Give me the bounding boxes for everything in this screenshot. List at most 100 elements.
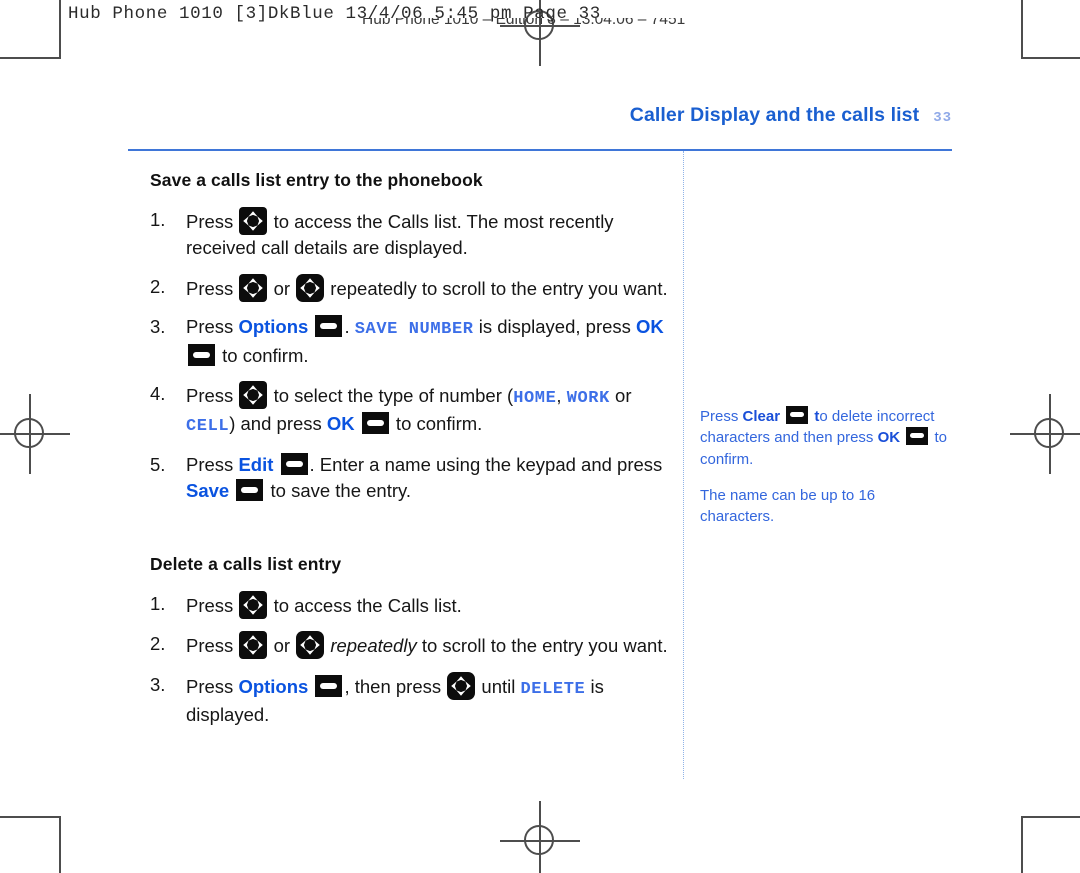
softkey-label: Edit	[238, 453, 274, 475]
registration-mark-left	[0, 394, 70, 474]
soft-key-icon	[786, 406, 809, 424]
navigation-key-icon	[239, 631, 268, 660]
soft-key-icon	[906, 427, 929, 446]
step-item: 2. Press or repeatedly to scroll to the e…	[150, 631, 670, 660]
side-note: Press Clear to delete incorrect characte…	[700, 406, 952, 470]
display-text: HOME	[513, 389, 557, 409]
print-slug-clipped-line: Hub Phone 1010 – Edition 3 – 13.04.06 – …	[362, 18, 762, 36]
step-number: 1.	[150, 592, 166, 614]
body-text: ,	[556, 385, 567, 407]
body-text: Press	[186, 316, 239, 338]
side-note: The name can be up to 16 characters.	[700, 485, 952, 528]
step-list: 1. Press to access the Calls list. The mo…	[150, 207, 670, 505]
softkey-label: OK	[636, 316, 664, 338]
step-item: 1. Press to access the Calls list.	[150, 590, 670, 619]
body-text: to confirm.	[390, 413, 483, 435]
step-list: 1. Press to access the Calls list. 2. Press…	[150, 590, 670, 729]
display-text: WORK	[566, 389, 610, 409]
body-text	[308, 316, 313, 337]
soft-key-bar	[241, 487, 259, 494]
crop-mark-bottom-left	[0, 816, 61, 873]
soft-key-bar	[790, 412, 805, 417]
body-text: Press	[186, 453, 239, 475]
softkey-label: OK	[326, 413, 355, 435]
soft-key-icon	[361, 412, 389, 435]
body-text: Press	[186, 675, 239, 697]
softkey-label: Clear	[742, 408, 781, 425]
step-number: 2.	[150, 275, 166, 297]
body-text: or	[268, 277, 296, 299]
crop-mark-bottom-right	[1021, 816, 1080, 873]
registration-ring	[14, 418, 44, 448]
crop-mark-top-right	[1021, 0, 1080, 59]
step-item: 3. Press Options . SAVE NUMBER is display…	[150, 314, 670, 369]
navigation-key-icon	[447, 671, 476, 700]
step-number: 4.	[150, 383, 166, 405]
body-text: , then press	[344, 675, 447, 697]
soft-key-bar	[193, 351, 210, 358]
section-heading: Delete a calls list entry	[150, 553, 342, 574]
registration-ring	[1034, 418, 1064, 448]
body-text: to access the Calls list.	[268, 594, 462, 616]
soft-key-bar	[320, 323, 338, 330]
step-item: 4. Press to select the type of number (HO…	[150, 381, 670, 440]
body-text: to scroll to the entry you want.	[416, 635, 668, 657]
body-text: repeatedly to scroll to the entry you wa…	[325, 277, 668, 299]
navigation-key-icon	[239, 207, 268, 235]
body-text	[780, 408, 784, 425]
page-number: 33	[933, 110, 952, 126]
display-text: CELL	[186, 417, 230, 437]
step-number: 2.	[150, 633, 166, 655]
registration-mark-right	[1010, 394, 1080, 474]
step-number: 3.	[150, 316, 166, 338]
softkey-label: Options	[238, 675, 309, 697]
body-text: .	[344, 316, 355, 338]
display-text: DELETE	[520, 679, 586, 699]
body-text: is displayed, press	[473, 316, 637, 338]
soft-key-icon	[188, 343, 215, 366]
soft-key-icon	[280, 452, 308, 475]
navigation-key-icon	[296, 273, 325, 302]
body-text: Press	[700, 408, 743, 425]
body-text	[355, 413, 360, 434]
page-title: Caller Display and the calls list	[629, 104, 920, 126]
body-text: or	[268, 635, 296, 657]
body-text: to confirm.	[217, 344, 309, 366]
navigation-key-icon	[239, 273, 268, 302]
manual-page: Hub Phone 1010 [3]DkBlue 13/4/06 5:45 pm…	[0, 0, 1080, 873]
step-item: 5. Press Edit . Enter a name using the ke…	[150, 452, 670, 505]
softkey-label: Save	[186, 480, 230, 502]
soft-key-bar	[320, 682, 338, 689]
body-text: Press	[186, 594, 239, 616]
main-content-column: Save a calls list entry to the phonebook…	[150, 170, 670, 740]
registration-mark-bottom	[500, 801, 580, 873]
column-divider	[683, 151, 684, 779]
step-item: 1. Press to access the Calls list. The mo…	[150, 207, 670, 262]
body-text	[229, 480, 234, 501]
body-text: to select the type of number (	[268, 385, 514, 407]
soft-key-bar	[366, 420, 384, 427]
navigation-key-icon	[239, 381, 268, 410]
softkey-label: OK	[877, 429, 901, 447]
step-number: 5.	[150, 453, 166, 475]
body-text	[308, 676, 313, 697]
registration-ring	[524, 825, 554, 855]
section-heading: Save a calls list entry to the phonebook	[150, 170, 483, 190]
emphasis-text: repeatedly	[330, 635, 417, 657]
body-text: to save the entry.	[265, 480, 412, 502]
soft-key-bar	[285, 460, 303, 467]
body-text	[900, 429, 904, 446]
soft-key-icon	[236, 479, 264, 502]
navigation-key-icon	[296, 631, 325, 660]
display-text: SAVE NUMBER	[354, 320, 474, 340]
soft-key-icon	[315, 315, 343, 338]
soft-key-bar	[910, 433, 925, 439]
body-text	[273, 454, 278, 475]
body-text: . Enter a name using the keypad and pres…	[309, 453, 663, 475]
step-number: 1.	[150, 209, 166, 230]
body-text: until	[476, 675, 521, 697]
body-text: The name can be up to 16 characters.	[700, 486, 876, 526]
page-header: Caller Display and the calls list 33	[128, 104, 952, 127]
print-slug-clipped-text: Hub Phone 1010 – Edition 3 – 13.04.06 – …	[362, 18, 686, 28]
header-rule	[128, 149, 952, 151]
